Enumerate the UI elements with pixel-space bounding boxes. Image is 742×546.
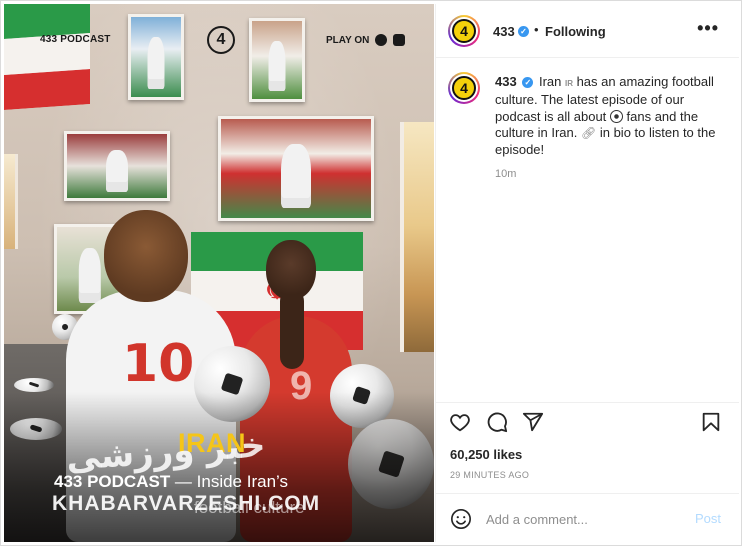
soccer-ball-emoji-icon xyxy=(609,109,623,123)
boy-head xyxy=(104,210,188,302)
avatar[interactable]: 4 xyxy=(448,15,480,47)
watermark-text: KHABARVARZESHI.COM xyxy=(52,492,321,515)
post-image[interactable]: ☫ 433 PODCAST 4 PLAY ON 10 9 IRAN خبر ور… xyxy=(4,4,434,542)
post-panel: 4 433 ✓ • Following ••• 4 433 ✓ Iran IR … xyxy=(435,4,739,542)
share-button[interactable] xyxy=(522,411,544,433)
podcast-icon xyxy=(393,34,406,46)
post-header: 4 433 ✓ • Following ••• xyxy=(436,4,739,58)
header-separator: • xyxy=(534,22,539,37)
boy-jersey-number: 10 xyxy=(122,334,195,394)
save-button[interactable] xyxy=(700,411,722,433)
emoji-icon[interactable] xyxy=(450,508,472,530)
following-button[interactable]: Following xyxy=(545,24,606,39)
caption-username[interactable]: 433 xyxy=(495,74,517,89)
wall-photo-player-2 xyxy=(249,18,305,102)
header-username[interactable]: 433 xyxy=(493,24,515,39)
action-bar xyxy=(436,402,739,438)
caption-part-a: Iran xyxy=(538,74,565,89)
media-podcast-tag: 433 PODCAST xyxy=(40,34,111,45)
caption-avatar[interactable]: 4 xyxy=(448,72,480,104)
instagram-post-frame: ☫ 433 PODCAST 4 PLAY ON 10 9 IRAN خبر ور… xyxy=(0,0,742,546)
more-options-icon[interactable]: ••• xyxy=(697,18,719,39)
post-timestamp[interactable]: 29 MINUTES AGO xyxy=(450,470,529,480)
avatar-logo: 4 xyxy=(452,19,476,43)
iran-flag-top xyxy=(4,4,90,110)
heart-icon xyxy=(450,414,470,432)
play-on-label: PLAY ON xyxy=(326,34,370,46)
spotify-icon xyxy=(375,34,388,46)
wall-photo-player-1 xyxy=(128,14,184,100)
iran-flag-emoji-icon: IR xyxy=(564,79,573,88)
share-icon xyxy=(522,412,544,432)
caption-avatar-logo: 4 xyxy=(452,76,476,100)
media-play-on: PLAY ON xyxy=(326,34,406,46)
sunlit-window xyxy=(400,122,434,352)
media-433-logo: 4 xyxy=(207,26,235,54)
caption-verified-icon: ✓ xyxy=(522,77,534,88)
media-podcast-line: 433 PODCAST — Inside Iran’s xyxy=(54,472,288,492)
comment-bar: Post xyxy=(436,493,739,542)
verified-badge-icon: ✓ xyxy=(518,26,529,37)
post-comment-button[interactable]: Post xyxy=(695,511,721,526)
caption-text: 433 ✓ Iran IR has an amazing football cu… xyxy=(495,74,721,158)
comment-icon xyxy=(487,412,508,433)
girl-head xyxy=(266,240,316,300)
girl-ponytail xyxy=(280,289,304,369)
bookmark-icon xyxy=(702,412,720,432)
comment-button[interactable] xyxy=(486,411,508,433)
caption-section: 4 433 ✓ Iran IR has an amazing football … xyxy=(436,58,739,402)
media-podcast-rest: — Inside Iran’s xyxy=(170,472,288,491)
wall-photo-celebration xyxy=(218,116,374,221)
wall-photo-player-3 xyxy=(64,131,170,201)
comment-input[interactable] xyxy=(486,509,686,529)
caption-timestamp: 10m xyxy=(495,168,517,180)
left-window xyxy=(4,154,18,249)
football-small-1 xyxy=(14,378,54,392)
link-emoji-icon: 🔗︎ xyxy=(581,126,597,141)
like-button[interactable] xyxy=(449,411,471,433)
media-podcast-bold: 433 PODCAST xyxy=(54,472,171,491)
like-count[interactable]: 60,250 likes xyxy=(450,447,522,462)
